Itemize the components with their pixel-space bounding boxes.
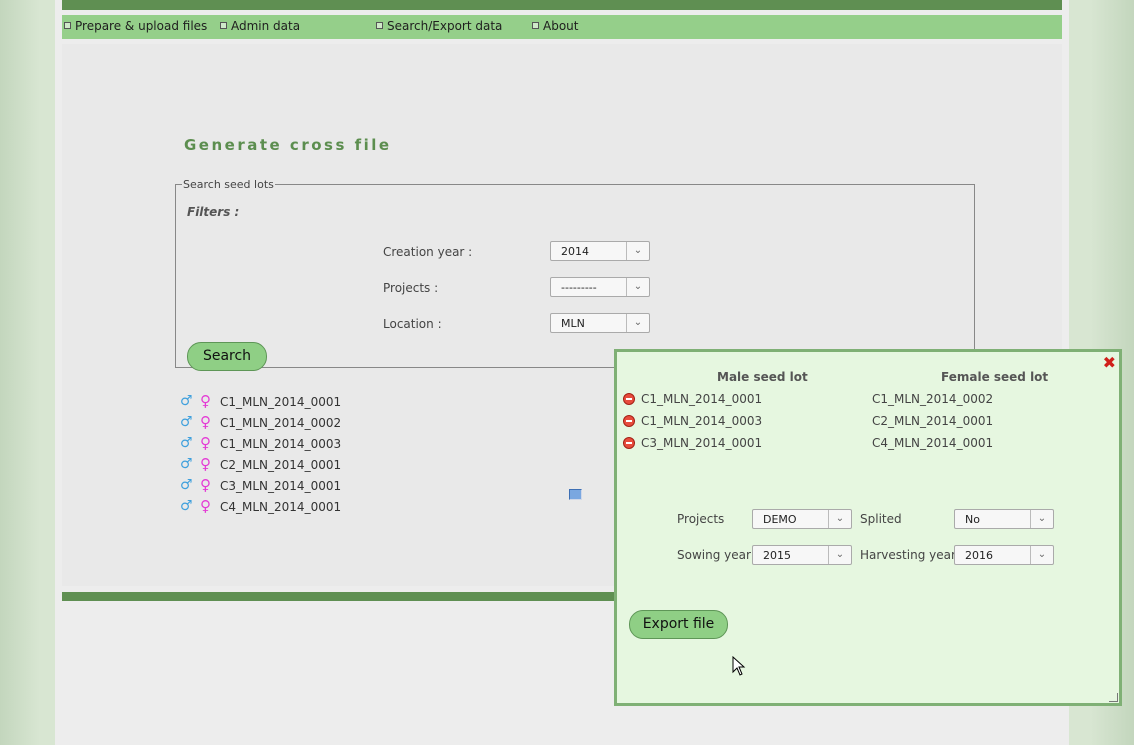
female-symbol-icon[interactable]: ♀ [200,455,211,473]
sowing-year-value: 2015 [763,549,791,562]
list-item: ♂ ♀ C4_MLN_2014_0001 [180,497,380,520]
projects-select[interactable]: --------- ⌄ [550,277,650,297]
splited-value: No [965,513,980,526]
bullet-icon [532,22,539,29]
nav-item-label: Admin data [231,19,301,33]
cross-pair-row: C3_MLN_2014_0001 C4_MLN_2014_0001 [623,435,1103,455]
chevron-down-icon: ⌄ [1030,546,1053,564]
bullet-icon [376,22,383,29]
female-symbol-icon[interactable]: ♀ [200,392,211,410]
chevron-down-icon: ⌄ [828,546,851,564]
female-symbol-icon[interactable]: ♀ [200,413,211,431]
harvesting-year-value: 2016 [965,549,993,562]
bullet-icon [64,22,71,29]
nav-item-admin-data[interactable]: Admin data [220,19,300,33]
creation-year-select[interactable]: 2014 ⌄ [550,241,650,261]
location-label: Location : [383,317,442,331]
search-box-legend: Search seed lots [183,178,274,191]
remove-circle-icon[interactable] [623,393,635,405]
cross-pair-row: C1_MLN_2014_0003 C2_MLN_2014_0001 [623,413,1103,433]
top-bar [62,0,1062,10]
dialog-projects-select[interactable]: DEMO ⌄ [752,509,852,529]
male-symbol-icon[interactable]: ♂ [180,393,193,409]
chevron-down-icon: ⌄ [828,510,851,528]
harvesting-year-select[interactable]: 2016 ⌄ [954,545,1054,565]
seed-lot-label: C2_MLN_2014_0001 [220,458,342,472]
pair-female-seed-lot: C2_MLN_2014_0001 [872,414,994,428]
creation-year-value: 2014 [561,245,589,258]
nav-item-label: About [543,19,579,33]
nav-item-about[interactable]: About [532,19,578,33]
nav-item-prepare-upload[interactable]: Prepare & upload files [64,19,207,33]
pair-male-seed-lot: C3_MLN_2014_0001 [641,436,763,450]
mouse-cursor-icon [732,656,746,676]
creation-year-row: Creation year : 2014 ⌄ [383,241,653,263]
search-button[interactable]: Search [187,342,267,371]
projects-label: Projects : [383,281,439,295]
female-symbol-icon[interactable]: ♀ [200,497,211,515]
filters-label: Filters : [187,205,240,219]
seed-lot-label: C4_MLN_2014_0001 [220,500,342,514]
chevron-down-icon: ⌄ [626,278,649,296]
list-item: ♂ ♀ C2_MLN_2014_0001 [180,455,380,478]
splited-label: Splited [860,512,902,526]
nav-item-search-export[interactable]: Search/Export data [376,19,502,33]
female-symbol-icon[interactable]: ♀ [200,434,211,452]
bullet-icon [220,22,227,29]
close-icon[interactable]: ✖ [1103,353,1116,372]
location-value: MLN [561,317,585,330]
male-symbol-icon[interactable]: ♂ [180,435,193,451]
female-symbol-icon[interactable]: ♀ [200,476,211,494]
pair-female-seed-lot: C1_MLN_2014_0002 [872,392,994,406]
sowing-year-select[interactable]: 2015 ⌄ [752,545,852,565]
pair-female-seed-lot: C4_MLN_2014_0001 [872,436,994,450]
list-item: ♂ ♀ C1_MLN_2014_0001 [180,392,380,415]
seed-lot-label: C1_MLN_2014_0001 [220,395,342,409]
location-row: Location : MLN ⌄ [383,313,653,335]
harvesting-year-label: Harvesting year [860,548,956,562]
male-symbol-icon[interactable]: ♂ [180,477,193,493]
cross-file-dialog: ✖ Male seed lot Female seed lot C1_MLN_2… [614,349,1122,706]
seed-lot-label: C3_MLN_2014_0001 [220,479,342,493]
chevron-down-icon: ⌄ [626,242,649,260]
cross-pair-row: C1_MLN_2014_0001 C1_MLN_2014_0002 [623,391,1103,411]
male-symbol-icon[interactable]: ♂ [180,414,193,430]
pair-male-seed-lot: C1_MLN_2014_0001 [641,392,763,406]
list-item: ♂ ♀ C1_MLN_2014_0003 [180,434,380,457]
window-icon[interactable] [569,489,582,500]
location-select[interactable]: MLN ⌄ [550,313,650,333]
page-title: Generate cross file [184,136,392,154]
female-seed-lot-header: Female seed lot [941,370,1049,384]
nav-item-label: Prepare & upload files [75,19,208,33]
projects-value: --------- [561,281,597,294]
projects-row: Projects : --------- ⌄ [383,277,653,299]
main-nav: Prepare & upload files Admin data Search… [62,15,1062,39]
splited-select[interactable]: No ⌄ [954,509,1054,529]
chevron-down-icon: ⌄ [626,314,649,332]
search-seed-lots-box: Search seed lots Filters : Creation year… [175,178,975,371]
list-item: ♂ ♀ C3_MLN_2014_0001 [180,476,380,499]
male-symbol-icon[interactable]: ♂ [180,498,193,514]
creation-year-label: Creation year : [383,245,473,259]
male-symbol-icon[interactable]: ♂ [180,456,193,472]
dialog-projects-value: DEMO [763,513,797,526]
resize-grip-icon[interactable] [1109,693,1118,702]
sowing-year-label: Sowing year [677,548,751,562]
chevron-down-icon: ⌄ [1030,510,1053,528]
remove-circle-icon[interactable] [623,437,635,449]
seed-lot-label: C1_MLN_2014_0002 [220,416,342,430]
projects-label: Projects [677,512,725,526]
list-item: ♂ ♀ C1_MLN_2014_0002 [180,413,380,436]
remove-circle-icon[interactable] [623,415,635,427]
nav-item-label: Search/Export data [387,19,503,33]
seed-lot-label: C1_MLN_2014_0003 [220,437,342,451]
male-seed-lot-header: Male seed lot [717,370,808,384]
export-file-button[interactable]: Export file [629,610,728,639]
pair-male-seed-lot: C1_MLN_2014_0003 [641,414,763,428]
